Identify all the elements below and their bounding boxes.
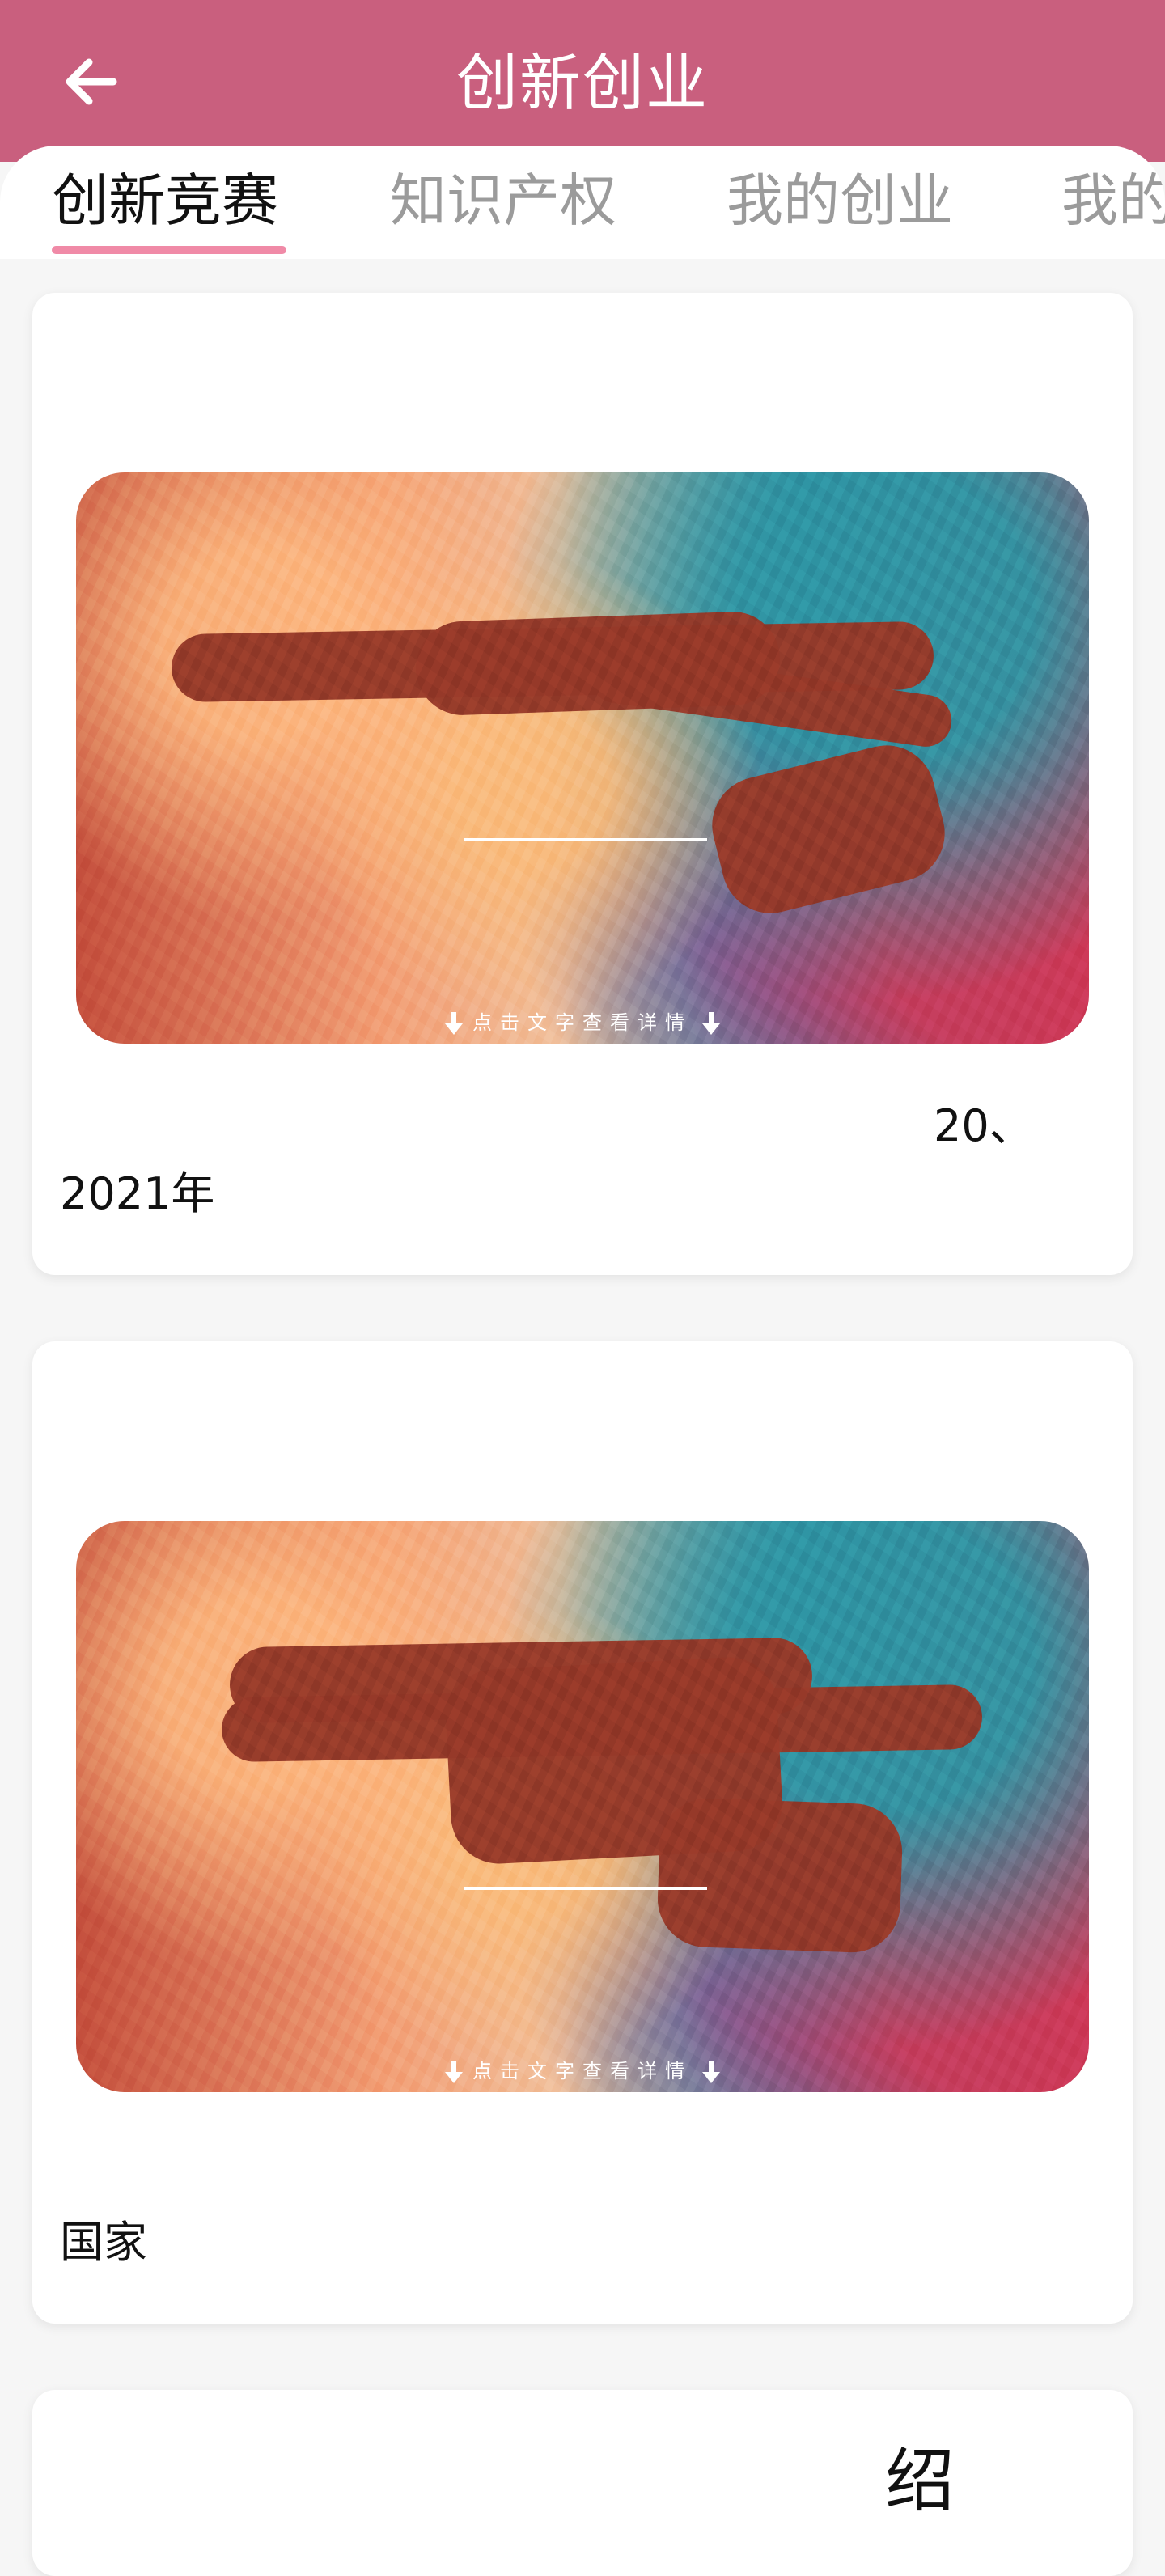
- down-arrow-icon: [445, 1012, 463, 1035]
- redaction-mark: [701, 735, 955, 924]
- redaction-mark: [171, 621, 934, 703]
- page-title: 创新创业: [456, 47, 709, 119]
- competition-card[interactable]: 点击文字查看详情 国家: [32, 1341, 1133, 2324]
- banner-divider: [464, 838, 707, 841]
- redaction-mark: [655, 1796, 904, 1955]
- tab-my-entrepreneurship[interactable]: 我的创业: [727, 160, 953, 241]
- competition-card[interactable]: 绍: [32, 2390, 1133, 2576]
- card-banner-image[interactable]: 点击文字查看详情: [76, 1521, 1089, 2092]
- competition-card[interactable]: 点击文字查看详情 20、 2021年: [32, 293, 1133, 1275]
- redaction-mark: [221, 1684, 983, 1763]
- banner-divider: [464, 1887, 707, 1890]
- down-arrow-icon: [445, 2061, 463, 2083]
- down-arrow-icon: [702, 2061, 720, 2083]
- top-app-bar: 创新创业: [0, 0, 1165, 162]
- card-summary-line-2: 2021年: [60, 1168, 215, 1219]
- down-arrow-icon: [702, 1012, 720, 1035]
- card-summary-line-2: 国家: [60, 2217, 147, 2268]
- redaction-mark: [414, 610, 782, 717]
- card-banner-image[interactable]: 点击文字查看详情: [76, 472, 1089, 1044]
- card-summary-fragment: 20、: [934, 1100, 1033, 1151]
- tab-intellectual-property[interactable]: 知识产权: [390, 160, 616, 241]
- tab-my[interactable]: 我的: [1061, 160, 1165, 241]
- redaction-mark: [229, 1637, 813, 1724]
- banner-hint: 点击文字查看详情: [76, 2057, 1089, 2086]
- tab-bar: 创新竞赛 知识产权 我的创业 我的: [0, 146, 1165, 259]
- banner-hint: 点击文字查看详情: [76, 1008, 1089, 1037]
- tab-innovation-competition[interactable]: 创新竞赛: [52, 160, 278, 241]
- redaction-mark: [587, 647, 955, 751]
- card-title-fragment: 绍: [885, 2441, 955, 2522]
- redaction-mark: [443, 1654, 785, 1866]
- active-tab-indicator: [52, 246, 286, 254]
